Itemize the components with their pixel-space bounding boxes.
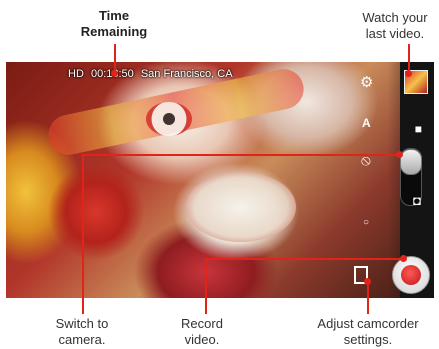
recording-status: HD 00:13:50 San Francisco, CA bbox=[68, 68, 237, 80]
record-video-label: Record video. bbox=[181, 316, 223, 347]
leader-watch-dot bbox=[405, 70, 412, 77]
flash-off-icon[interactable]: ⦸ bbox=[361, 153, 371, 168]
switch-knob[interactable] bbox=[400, 149, 422, 175]
leader-switch-v bbox=[82, 154, 84, 314]
leader-record-dot bbox=[400, 255, 407, 262]
leader-watch bbox=[408, 44, 410, 72]
still-camera-icon: ◘ bbox=[413, 193, 421, 208]
leader-switch-h bbox=[82, 154, 400, 156]
record-button[interactable] bbox=[392, 256, 430, 294]
record-icon bbox=[401, 265, 421, 285]
leader-settings-dot bbox=[364, 278, 371, 285]
dragon-eye bbox=[146, 102, 192, 136]
effects-icon[interactable]: ⚙ bbox=[360, 75, 373, 90]
location-readout: San Francisco, CA bbox=[140, 68, 233, 80]
leader-time-dot bbox=[111, 70, 118, 77]
watch-last-video-label: Watch your last video. bbox=[362, 10, 428, 41]
camcorder-viewfinder[interactable]: HD 00:13:50 San Francisco, CA ⚙ A ⦸ ○ ■ … bbox=[6, 62, 434, 298]
leader-settings-v bbox=[367, 282, 369, 314]
hd-badge: HD bbox=[68, 68, 84, 80]
video-camera-icon: ■ bbox=[414, 122, 422, 136]
leader-record-v bbox=[205, 258, 207, 314]
scene-auto-icon[interactable]: A bbox=[362, 116, 371, 130]
leader-record-h bbox=[205, 258, 403, 260]
time-remaining-label: Time Remaining bbox=[80, 8, 148, 39]
adjust-settings-label: Adjust camcorder settings. bbox=[317, 316, 419, 347]
zoom-dot-icon[interactable]: ○ bbox=[363, 216, 369, 230]
switch-to-camera-label: Switch to camera. bbox=[55, 316, 109, 347]
leader-switch-dot bbox=[396, 151, 403, 158]
dragon-mouth bbox=[186, 172, 296, 242]
